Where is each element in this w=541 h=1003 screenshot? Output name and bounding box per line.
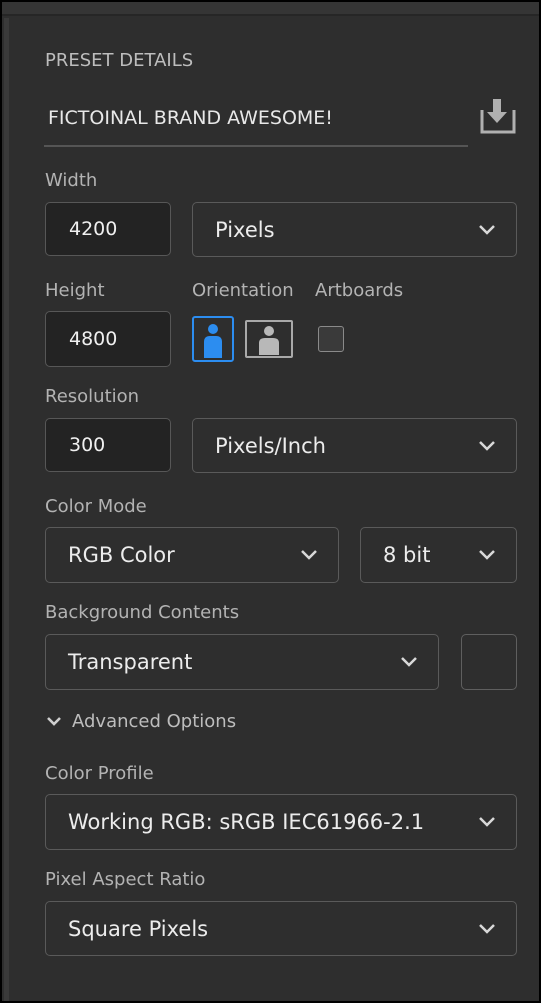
chevron-down-icon [479,817,495,827]
resolution-input[interactable]: 300 [45,418,171,472]
panel-top-strip [2,2,539,16]
save-preset-icon [480,99,516,134]
color-profile-label: Color Profile [45,763,154,784]
portrait-orientation-button[interactable] [192,316,234,362]
chevron-down-icon [479,923,495,934]
resolution-unit-value: Pixels/Inch [215,433,326,458]
portrait-person-icon [204,324,222,358]
chevron-down-icon [479,224,495,235]
width-value: 4200 [69,218,118,240]
chevron-down-icon [479,550,495,560]
color-mode-label: Color Mode [45,496,147,517]
bit-depth-value: 8 bit [383,543,431,567]
panel-left-edge [4,18,9,1001]
chevron-down-icon [401,657,417,667]
height-value: 4800 [69,328,118,350]
background-color-swatch[interactable] [461,634,517,690]
chevron-down-icon [47,717,61,726]
background-contents-label: Background Contents [45,602,240,623]
save-preset-button[interactable] [476,98,518,136]
chevron-down-icon [301,550,317,560]
height-input[interactable]: 4800 [45,311,171,367]
background-contents-dropdown[interactable]: Transparent [45,634,439,690]
height-label: Height [45,280,105,301]
chevron-down-icon [479,440,495,451]
bit-depth-dropdown[interactable]: 8 bit [360,527,517,583]
color-mode-value: RGB Color [68,543,175,567]
artboards-label: Artboards [315,280,404,301]
pixel-aspect-ratio-value: Square Pixels [68,916,209,941]
advanced-options-label: Advanced Options [72,711,237,732]
color-mode-dropdown[interactable]: RGB Color [45,527,339,583]
width-unit-value: Pixels [215,217,275,242]
landscape-person-icon [259,326,279,355]
orientation-label: Orientation [192,280,294,301]
color-profile-dropdown[interactable]: Working RGB: sRGB IEC61966-2.1 [45,794,517,850]
color-profile-value: Working RGB: sRGB IEC61966-2.1 [68,810,425,834]
preset-name-input[interactable]: FICTOINAL BRAND AWESOME! [48,106,333,130]
width-input[interactable]: 4200 [45,202,171,256]
background-contents-value: Transparent [68,650,193,674]
pixel-aspect-ratio-dropdown[interactable]: Square Pixels [45,901,517,956]
landscape-orientation-button[interactable] [245,320,293,358]
panel-title: PRESET DETAILS [45,50,194,71]
width-label: Width [45,170,98,191]
preset-name-underline [44,145,468,147]
resolution-unit-dropdown[interactable]: Pixels/Inch [192,418,517,473]
preset-details-panel: PRESET DETAILS FICTOINAL BRAND AWESOME! … [0,0,541,1003]
resolution-label: Resolution [45,386,140,407]
resolution-value: 300 [69,434,106,456]
width-unit-dropdown[interactable]: Pixels [192,202,517,257]
artboards-checkbox[interactable] [318,326,344,352]
pixel-aspect-ratio-label: Pixel Aspect Ratio [45,869,206,890]
